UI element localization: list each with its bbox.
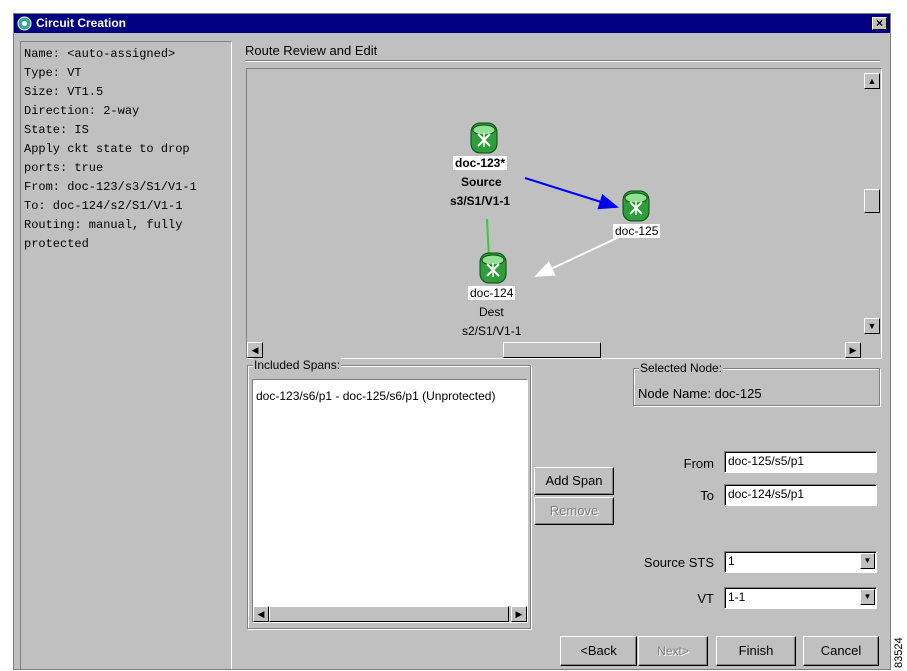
link-middle-to-dest	[534, 236, 620, 277]
source-node-name: doc-123*	[453, 156, 508, 170]
add-span-button[interactable]: Add Span	[534, 467, 614, 495]
vt-value: 1-1	[728, 590, 746, 604]
window-title: Circuit Creation	[36, 16, 127, 30]
horizontal-scroll-thumb[interactable]	[503, 342, 601, 358]
route-review-label: Route Review and Edit	[245, 43, 378, 58]
vt-select[interactable]: 1-1 ▼	[724, 587, 877, 609]
selected-node-name: Node Name: doc-125	[638, 386, 762, 401]
info-line: protected	[24, 237, 89, 251]
from-field[interactable]: doc-125/s5/p1	[724, 451, 877, 473]
cancel-button[interactable]: Cancel	[803, 636, 879, 666]
source-node-port: s3/S1/V1-1	[450, 194, 511, 208]
dest-node-role: Dest	[479, 305, 504, 319]
to-label: To	[700, 488, 714, 503]
info-line: Name: <auto-assigned>	[24, 47, 176, 61]
spans-scroll-thumb[interactable]	[269, 606, 509, 622]
source-node-role: Source	[461, 175, 502, 189]
app-icon	[17, 16, 32, 31]
middle-node-name: doc-125	[613, 224, 661, 238]
scroll-left-icon[interactable]: ◀	[247, 342, 263, 358]
next-button[interactable]: Next>	[638, 636, 708, 666]
included-spans-label: Included Spans:	[253, 358, 342, 372]
circuit-info-panel: Name: <auto-assigned> Type: VT Size: VT1…	[20, 41, 232, 669]
circuit-creation-window: Circuit Creation × Name: <auto-assigned>…	[13, 13, 891, 670]
info-line: Size: VT1.5	[24, 85, 104, 99]
scroll-up-icon[interactable]: ▲	[864, 73, 880, 89]
list-item[interactable]: doc-123/s6/p1 - doc-125/s6/p1 (Unprotect…	[256, 389, 495, 403]
back-button[interactable]: <Back	[560, 636, 637, 666]
route-canvas[interactable]: doc-123* Source s3/S1/V1-1 doc-125 doc-1…	[246, 68, 882, 359]
info-line: From: doc-123/s3/S1/V1-1	[24, 180, 197, 194]
remove-button[interactable]: Remove	[534, 497, 614, 525]
vt-label: VT	[697, 591, 714, 606]
vertical-scroll-thumb[interactable]	[864, 189, 880, 213]
info-line: To: doc-124/s2/S1/V1-1	[24, 199, 183, 213]
source-sts-label: Source STS	[643, 555, 714, 570]
scroll-right-icon[interactable]: ▶	[845, 342, 861, 358]
link-source-to-middle	[524, 177, 619, 210]
node-router-icon[interactable]	[469, 121, 499, 155]
route-review-divider	[245, 60, 880, 62]
info-line: Apply ckt state to drop	[24, 142, 190, 156]
finish-button[interactable]: Finish	[716, 636, 796, 666]
spans-horizontal-scrollbar[interactable]: ◀ ▶	[253, 606, 527, 622]
dest-node-port: s2/S1/V1-1	[462, 324, 522, 338]
node-router-icon[interactable]	[621, 189, 651, 223]
chevron-down-icon[interactable]: ▼	[860, 553, 875, 569]
figure-code: 83524	[893, 637, 905, 668]
route-links	[486, 177, 620, 277]
scroll-left-icon[interactable]: ◀	[253, 606, 269, 622]
route-vertical-scrollbar[interactable]: ▲ ▼	[863, 69, 881, 342]
route-horizontal-scrollbar[interactable]: ◀ ▶	[247, 342, 881, 358]
scroll-down-icon[interactable]: ▼	[864, 318, 880, 334]
selected-node-group: Selected Node: Node Name: doc-125	[633, 361, 880, 406]
info-line: Type: VT	[24, 66, 82, 80]
info-line: State: IS	[24, 123, 89, 137]
title-bar: Circuit Creation ×	[14, 14, 890, 33]
source-sts-select[interactable]: 1 ▼	[724, 551, 877, 573]
from-label: From	[683, 456, 714, 471]
dest-node-name: doc-124	[468, 286, 516, 300]
selected-node-label: Selected Node:	[639, 361, 724, 375]
info-line: ports: true	[24, 161, 104, 175]
included-spans-list[interactable]: doc-123/s6/p1 - doc-125/s6/p1 (Unprotect…	[252, 379, 528, 623]
info-line: Direction: 2-way	[24, 104, 140, 118]
scroll-right-icon[interactable]: ▶	[511, 606, 527, 622]
to-field[interactable]: doc-124/s5/p1	[724, 484, 877, 506]
close-button[interactable]: ×	[872, 17, 887, 30]
chevron-down-icon[interactable]: ▼	[860, 589, 875, 605]
info-line: Routing: manual, fully	[24, 218, 183, 232]
source-sts-value: 1	[728, 554, 735, 568]
node-router-icon[interactable]	[478, 251, 508, 285]
